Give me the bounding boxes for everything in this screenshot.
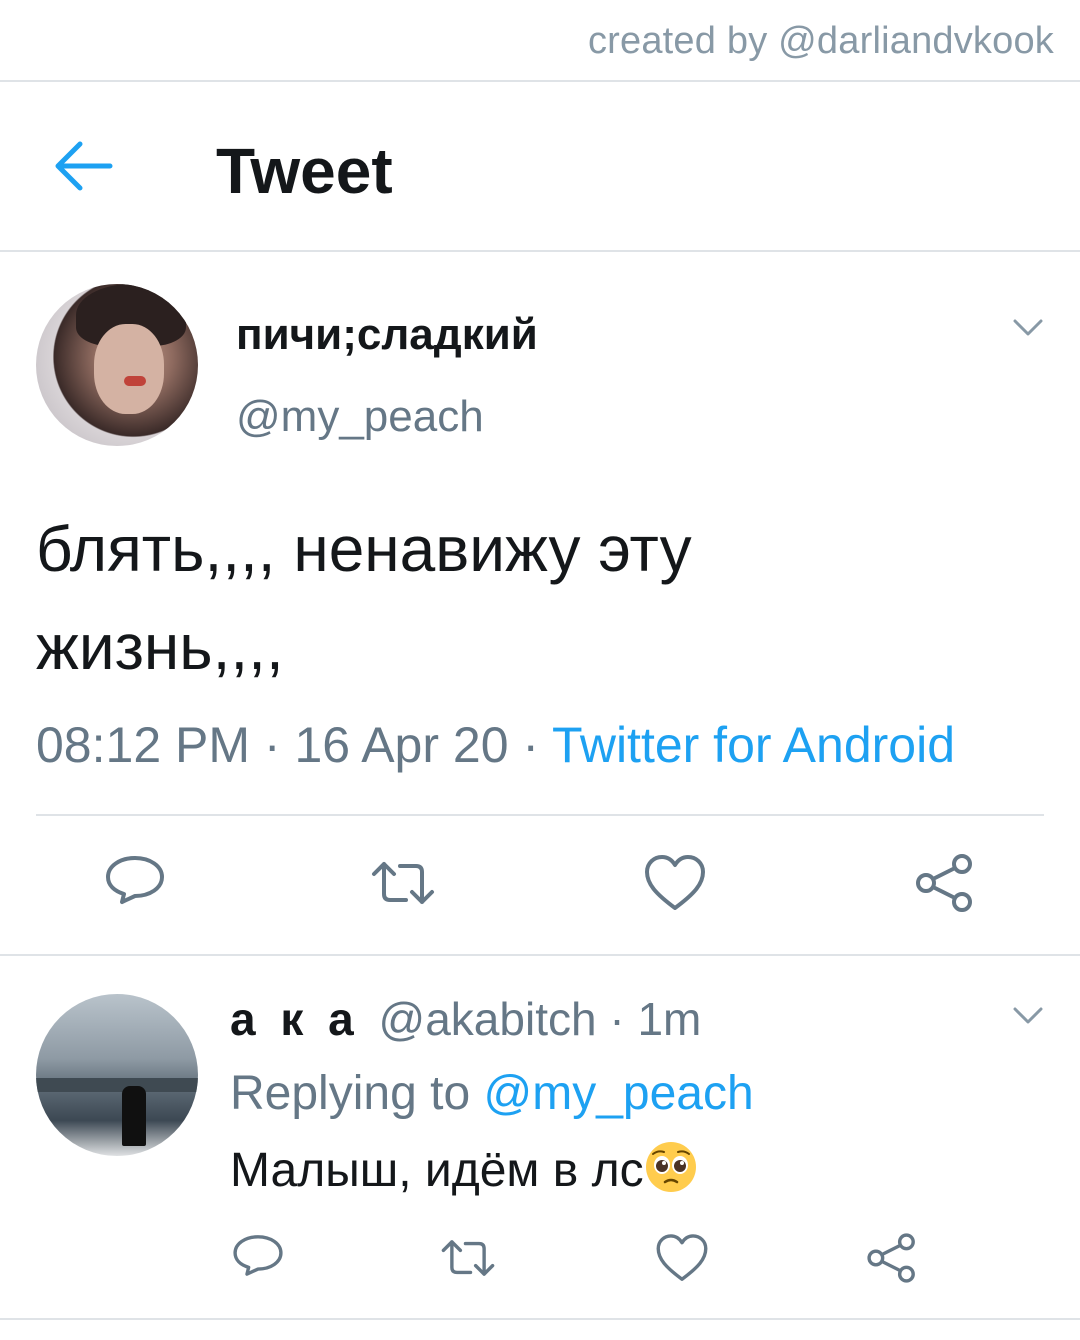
reply-text: Малыш, идём в лс xyxy=(230,1140,698,1198)
meta-separator: · xyxy=(250,717,295,773)
back-button[interactable] xyxy=(52,140,116,192)
reply-like-button[interactable] xyxy=(654,1230,710,1286)
tweet-text: блять,,,, ненавижу эту жизнь,,,, xyxy=(36,500,1036,696)
tweet-source-link[interactable]: Twitter for Android xyxy=(552,717,955,773)
tweet-menu-button[interactable] xyxy=(1012,318,1044,338)
reply-separator: · xyxy=(596,993,638,1045)
tweet-text-line: жизнь,,,, xyxy=(36,611,284,683)
reply-time: 1m xyxy=(637,993,702,1045)
reply-reply-button[interactable] xyxy=(230,1230,286,1286)
retweet-icon xyxy=(441,1240,495,1276)
author-handle[interactable]: @my_peach xyxy=(236,392,484,442)
tweet-page: created by @darliandvkook Tweet пичи;сла… xyxy=(0,0,1080,1340)
pleading-face-emoji-icon xyxy=(645,1142,696,1192)
reply-button[interactable] xyxy=(102,850,168,916)
retweet-button[interactable] xyxy=(370,850,436,916)
meta-separator: · xyxy=(508,717,553,773)
page-title: Tweet xyxy=(216,135,393,207)
reply-author-handle[interactable]: @akabitch xyxy=(379,993,597,1045)
watermark-credit: created by @darliandvkook xyxy=(587,20,1054,62)
arrow-left-icon xyxy=(55,141,113,191)
meta-divider xyxy=(36,814,1044,816)
reply-author-name[interactable]: а к а xyxy=(230,993,360,1045)
reply-menu-button[interactable] xyxy=(1012,1006,1044,1026)
heart-icon xyxy=(645,855,705,910)
reply-header: а к а @akabitch · 1m xyxy=(230,992,701,1046)
reply-text-content: Малыш, идём в лс xyxy=(230,1144,644,1197)
share-icon xyxy=(916,854,972,912)
tweet-meta: 08:12 PM · 16 Apr 20 · Twitter for Andro… xyxy=(36,716,955,774)
like-button[interactable] xyxy=(642,850,708,916)
author-name[interactable]: пичи;сладкий xyxy=(236,310,538,360)
reply-author-avatar[interactable] xyxy=(36,994,198,1156)
reply-retweet-button[interactable] xyxy=(440,1230,496,1286)
replying-to: Replying to @my_peach xyxy=(230,1066,754,1121)
share-button[interactable] xyxy=(912,850,978,916)
tweet-date: 16 Apr 20 xyxy=(294,717,509,773)
replying-label: Replying to xyxy=(230,1067,484,1120)
chevron-down-icon xyxy=(1013,1007,1043,1024)
bottom-divider xyxy=(0,1318,1080,1320)
share-icon xyxy=(867,1233,915,1283)
tweet-text-line: блять,,,, ненавижу эту xyxy=(36,513,692,585)
heart-icon xyxy=(656,1234,708,1281)
header-divider xyxy=(0,250,1080,252)
replying-mention-link[interactable]: @my_peach xyxy=(483,1067,753,1120)
chevron-down-icon xyxy=(1013,319,1043,336)
header: Tweet xyxy=(0,82,1080,250)
tweet-divider xyxy=(0,954,1080,956)
author-avatar[interactable] xyxy=(36,284,198,446)
reply-icon xyxy=(106,856,164,904)
retweet-icon xyxy=(372,862,434,904)
reply-share-button[interactable] xyxy=(864,1230,920,1286)
reply-icon xyxy=(233,1235,283,1276)
tweet-time: 08:12 PM xyxy=(36,717,251,773)
